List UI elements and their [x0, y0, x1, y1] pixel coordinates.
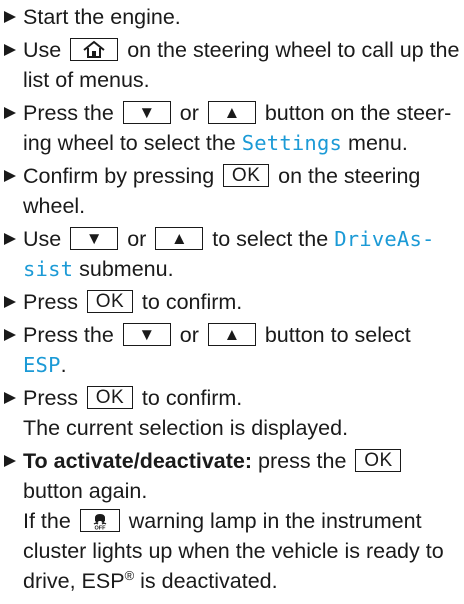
step-text: or: [121, 227, 153, 251]
step-text: Press the: [23, 323, 120, 347]
ok-key: OK: [223, 163, 270, 187]
esp-off-lamp: OFF: [79, 508, 120, 532]
step-text: Press: [23, 386, 84, 410]
step-text: Use: [23, 38, 68, 62]
up-key: ▲: [155, 226, 204, 250]
step-text: to confirm.: [135, 386, 243, 410]
step-text: or: [173, 101, 205, 125]
down-key: ▼: [122, 322, 171, 346]
step-confirm-ok: Confirm by pressing OK on the steering w…: [4, 161, 460, 221]
step-text: to confirm.: [135, 290, 243, 314]
bullet-triangle-icon: [4, 392, 16, 404]
instruction-list: Start the engine. Use on the steering wh…: [4, 2, 460, 599]
step-text: to select the: [206, 227, 335, 251]
up-key: ▲: [207, 322, 256, 346]
step-press-ok-display: Press OK to confirm. The current selectio…: [4, 383, 460, 443]
up-key: ▲: [207, 100, 256, 124]
down-key: ▼: [70, 226, 119, 250]
ok-key: OK: [355, 448, 402, 472]
step-text: or: [173, 323, 205, 347]
home-icon: [83, 40, 105, 58]
step-start-engine: Start the engine.: [4, 2, 460, 32]
step-heading: To activate/deactivate:: [23, 449, 253, 473]
down-key: ▼: [122, 100, 171, 124]
step-text: Confirm by pressing: [23, 164, 221, 188]
step-call-menu-list: Use on the steering wheel to call up the…: [4, 35, 460, 95]
step-text: submenu.: [73, 257, 174, 281]
step-text: Use: [23, 227, 68, 251]
bullet-triangle-icon: [4, 44, 16, 56]
menu-name-esp: ESP: [23, 353, 61, 377]
step-text: Press: [23, 290, 84, 314]
step-text: .: [60, 353, 67, 377]
step-note-text: If the: [23, 509, 77, 533]
menu-name-settings: Settings: [241, 131, 343, 155]
step-text: button again.: [23, 479, 148, 503]
bullet-triangle-icon: [4, 296, 16, 308]
bullet-triangle-icon: [4, 107, 16, 119]
bullet-triangle-icon: [4, 329, 16, 341]
step-note-text: is deactivated.: [134, 569, 278, 593]
step-text: Start the engine.: [23, 5, 181, 29]
svg-text:OFF: OFF: [94, 525, 106, 530]
step-select-driveassist: Use ▼ or ▲ to select the DriveAs-sist su…: [4, 224, 460, 284]
step-text: press the: [252, 449, 353, 473]
step-text: menu.: [342, 131, 408, 155]
ok-key: OK: [86, 289, 133, 313]
step-activate-deactivate: To activate/deactivate: press the OK but…: [4, 446, 460, 599]
bullet-triangle-icon: [4, 11, 16, 23]
registered-mark: ®: [124, 568, 135, 583]
step-select-settings: Press the ▼ or ▲ button on the steer-ing…: [4, 98, 460, 158]
step-text: button to select: [258, 323, 411, 347]
step-result-note: The current selection is displayed.: [23, 416, 349, 440]
step-select-esp: Press the ▼ or ▲ button to select ESP.: [4, 320, 460, 380]
step-text: Press the: [23, 101, 120, 125]
bullet-triangle-icon: [4, 233, 16, 245]
bullet-triangle-icon: [4, 170, 16, 182]
esp-off-icon: OFF: [93, 513, 107, 530]
bullet-triangle-icon: [4, 455, 16, 467]
ok-key: OK: [86, 385, 133, 409]
home-key: [70, 37, 119, 61]
step-press-ok-confirm: Press OK to confirm.: [4, 287, 460, 317]
